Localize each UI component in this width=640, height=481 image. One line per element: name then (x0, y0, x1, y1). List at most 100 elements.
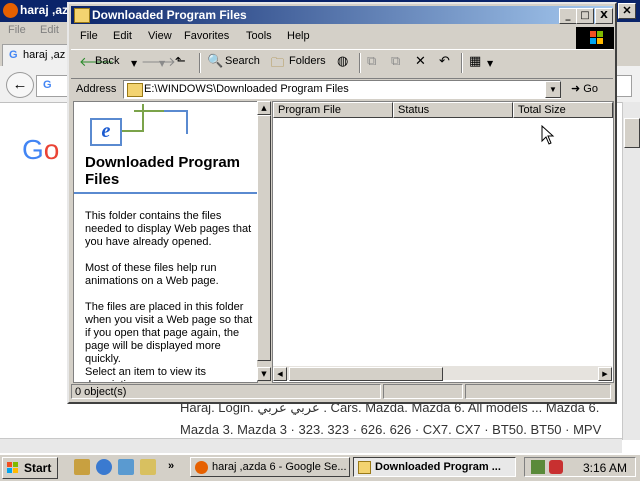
column-header-total-size[interactable]: Total Size (513, 102, 613, 118)
clock[interactable]: 3:16 AM (583, 461, 627, 475)
scroll-thumb[interactable] (257, 115, 271, 361)
browser-horizontal-scrollbar[interactable] (0, 438, 622, 453)
status-panel (383, 384, 463, 399)
folders-button[interactable]: Folders (289, 55, 326, 67)
address-bar: Address E:\WINDOWS\Downloaded Program Fi… (71, 78, 613, 100)
scroll-down-button[interactable]: ▼ (257, 367, 271, 381)
go-button[interactable]: ➜ Go (571, 82, 598, 95)
explorer-window: Downloaded Program Files _ □ X File Edit… (67, 2, 617, 404)
folder-icon (358, 461, 371, 474)
address-dropdown-button[interactable]: ▼ (545, 81, 561, 98)
network-icon[interactable] (531, 460, 545, 474)
pane-heading: Downloaded Program Files (85, 154, 241, 188)
browser-vertical-scrollbar[interactable] (622, 102, 640, 440)
google-favicon-icon: G (9, 49, 18, 61)
browser-tab-label: haraj ,az (23, 49, 66, 61)
outlook-icon[interactable] (118, 459, 134, 475)
tray-app-icon[interactable] (549, 460, 563, 474)
quick-launch-icon[interactable] (74, 459, 90, 475)
start-label: Start (24, 461, 52, 475)
close-button[interactable]: X (595, 8, 613, 24)
scroll-left-button[interactable]: ◀ (273, 367, 287, 381)
windows-logo-icon (576, 27, 614, 49)
pane-paragraph: Most of these files help run animations … (85, 262, 219, 287)
delete-icon[interactable]: ✕ (415, 54, 426, 69)
up-folder-icon[interactable]: ⬑ (175, 54, 186, 69)
toolbar-separator (461, 53, 463, 73)
address-input[interactable]: E:\WINDOWS\Downloaded Program Files (123, 80, 561, 99)
start-button[interactable]: Start (2, 457, 58, 479)
chevron-down-icon[interactable]: ▼ (159, 59, 165, 68)
pane-paragraph: Select an item to view its description. (85, 366, 207, 382)
task-label: Downloaded Program ... (375, 461, 501, 473)
pane-paragraph: This folder contains the files needed to… (85, 210, 252, 248)
column-header-status[interactable]: Status (393, 102, 513, 118)
status-panel (465, 384, 611, 399)
menu-bar: File Edit View Favorites Tools Help (71, 26, 613, 46)
task-label: haraj ,azda 6 - Google Se... (212, 461, 347, 473)
mouse-cursor-icon (541, 125, 555, 145)
menu-file[interactable]: File (80, 30, 98, 42)
address-value: E:\WINDOWS\Downloaded Program Files (144, 83, 349, 95)
scroll-right-button[interactable]: ▶ (598, 367, 612, 381)
google-logo-letter: o (43, 134, 60, 165)
decorative-frame (164, 110, 188, 134)
scroll-up-button[interactable]: ▲ (257, 101, 271, 115)
chevron-down-icon[interactable]: ▼ (487, 59, 493, 68)
show-desktop-icon[interactable] (140, 459, 156, 475)
folder-info-pane: e Downloaded Program Files This folder c… (73, 101, 258, 383)
status-bar: 0 object(s) (71, 384, 613, 400)
column-header-program-file[interactable]: Program File (273, 102, 393, 118)
maximize-button[interactable]: □ (576, 8, 594, 24)
status-objects: 0 object(s) (71, 384, 381, 399)
address-label: Address (76, 83, 117, 95)
folder-icon (127, 83, 143, 97)
minimize-button[interactable]: _ (559, 8, 577, 24)
move-to-icon[interactable]: ⧉ (367, 54, 376, 69)
chevron-down-icon[interactable]: ▼ (131, 59, 137, 68)
windows-flag-icon (7, 462, 18, 473)
list-scroll-thumb[interactable] (289, 367, 443, 381)
go-label: Go (583, 83, 598, 95)
taskbar-button-firefox[interactable]: haraj ,azda 6 - Google Se... (190, 457, 350, 477)
pane-paragraph: The files are placed in this folder when… (85, 301, 253, 365)
browser-menu-edit[interactable]: Edit (40, 24, 59, 36)
toolbar: 🡐 Back ▼ 🡒 ▼ ⬑ 🔍 Search 🗀 Folders ◍ ⧉ ⧉ … (71, 49, 613, 79)
search-result-line[interactable]: Mazda 3. Mazda 3 · 323. 323 · 626. 626 ·… (180, 422, 601, 437)
window-title-bar[interactable]: Downloaded Program Files _ □ X (71, 6, 613, 24)
quick-launch-overflow[interactable]: » (168, 460, 174, 472)
menu-favorites[interactable]: Favorites (184, 30, 229, 42)
firefox-icon (3, 3, 18, 18)
browser-menu-file[interactable]: File (8, 24, 26, 36)
search-icon: 🔍 (207, 54, 224, 69)
window-title: Downloaded Program Files (92, 8, 247, 22)
views-icon[interactable]: ▦ (469, 54, 481, 69)
back-button[interactable]: Back (95, 55, 119, 67)
go-arrow-icon: ➜ (571, 83, 584, 95)
history-icon[interactable]: ◍ (337, 54, 348, 69)
system-tray: 3:16 AM (524, 457, 636, 477)
menu-help[interactable]: Help (287, 30, 310, 42)
firefox-icon (195, 461, 208, 474)
browser-back-button[interactable]: ← (6, 72, 34, 98)
internet-explorer-icon: e (90, 118, 122, 146)
folder-icon (74, 8, 90, 23)
google-logo-letter: G (22, 134, 44, 165)
taskbar-button-explorer[interactable]: Downloaded Program ... (353, 457, 516, 477)
browser-close-button[interactable]: ✕ (618, 3, 636, 19)
pane-vertical-scrollbar[interactable]: ▲ ▼ (257, 101, 271, 381)
divider (74, 192, 257, 194)
google-logo: Go (22, 134, 59, 166)
undo-icon[interactable]: ↶ (439, 54, 450, 69)
browser-scroll-thumb[interactable] (624, 118, 640, 148)
browser-tab[interactable]: G haraj ,az (2, 44, 70, 67)
copy-to-icon[interactable]: ⧉ (391, 54, 400, 69)
google-favicon-icon: G (43, 79, 52, 91)
file-list-view[interactable]: Program File Status Total Size (272, 101, 614, 383)
menu-view[interactable]: View (148, 30, 172, 42)
menu-tools[interactable]: Tools (246, 30, 272, 42)
folders-icon: 🗀 (271, 56, 285, 71)
menu-edit[interactable]: Edit (113, 30, 132, 42)
search-button[interactable]: Search (225, 55, 260, 67)
internet-explorer-icon[interactable] (96, 459, 112, 475)
